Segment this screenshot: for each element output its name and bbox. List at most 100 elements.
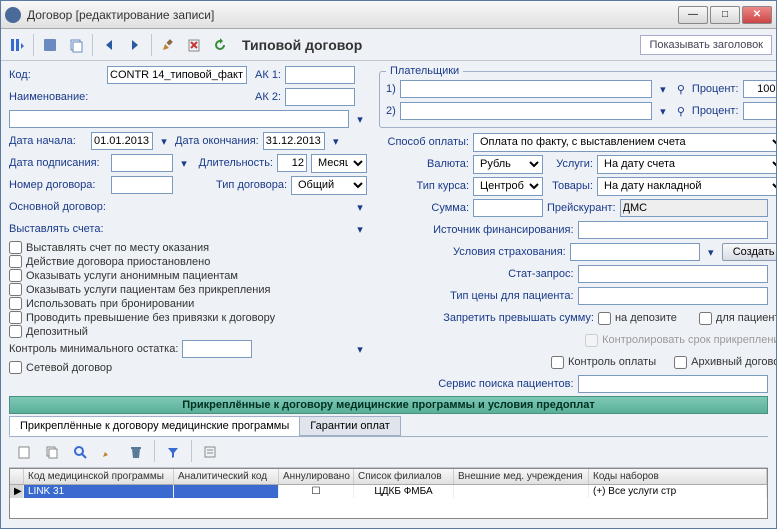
chevron-down-icon[interactable]: ▾ — [772, 288, 776, 304]
col-ext[interactable]: Внешние мед. учреждения — [454, 469, 589, 484]
chevron-down-icon[interactable]: ▾ — [772, 266, 776, 282]
chevron-down-icon[interactable]: ▾ — [656, 81, 670, 97]
chevron-down-icon[interactable]: ▾ — [353, 221, 367, 237]
code-input[interactable] — [107, 66, 247, 84]
name-input[interactable] — [9, 110, 349, 128]
dropdown-menu-icon[interactable] — [5, 33, 29, 57]
chk-exceed[interactable] — [9, 311, 22, 324]
trash-icon[interactable] — [124, 440, 148, 464]
copy-icon[interactable] — [40, 440, 64, 464]
pay-method-select[interactable]: Оплата по факту, с выставлением счета — [473, 133, 776, 152]
payer1-num: 1) — [386, 83, 396, 95]
chk-anon[interactable] — [9, 269, 22, 282]
fin-src-input[interactable] — [578, 221, 768, 239]
payer2-input[interactable] — [400, 102, 652, 120]
refresh-icon[interactable] — [208, 33, 232, 57]
goods-select[interactable]: На дату накладной — [597, 177, 776, 196]
date-end-input[interactable] — [263, 132, 325, 150]
chk-deposit[interactable] — [9, 325, 22, 338]
date-sign-label: Дата подписания: — [9, 157, 107, 169]
calendar-icon[interactable]: ▾ — [177, 155, 191, 171]
chevron-down-icon[interactable]: ▾ — [704, 244, 718, 260]
pricelist-input — [620, 199, 768, 217]
col-sets[interactable]: Коды наборов — [589, 469, 767, 484]
col-cancelled[interactable]: Аннулировано — [279, 469, 354, 484]
link-icon[interactable]: ⚲ — [674, 81, 688, 97]
chevron-down-icon[interactable]: ▾ — [772, 376, 776, 392]
prev-icon[interactable] — [97, 33, 121, 57]
chevron-down-icon[interactable]: ▾ — [772, 222, 776, 238]
search-icon[interactable] — [68, 440, 92, 464]
date-start-input[interactable] — [91, 132, 153, 150]
calendar-icon[interactable]: ▾ — [157, 133, 171, 149]
ak1-input[interactable] — [285, 66, 355, 84]
tab-programs[interactable]: Прикреплённые к договору медицинские про… — [9, 416, 300, 436]
chevron-down-icon[interactable]: ▾ — [353, 341, 367, 357]
create-button[interactable]: Создать — [722, 243, 776, 261]
grid-toolbar — [9, 437, 768, 468]
sum-input[interactable] — [473, 199, 543, 217]
props-icon[interactable] — [198, 440, 222, 464]
copy-icon[interactable] — [64, 33, 88, 57]
minimize-button[interactable]: — — [678, 6, 708, 24]
grid-row-selector-header — [10, 469, 24, 484]
col-analytic[interactable]: Аналитический код — [174, 469, 279, 484]
sum-label: Сумма: — [379, 202, 469, 214]
col-code[interactable]: Код медицинской программы — [24, 469, 174, 484]
currency-select[interactable]: Рубль — [473, 155, 543, 174]
duration-unit-select[interactable]: Месяц — [311, 154, 367, 173]
filter-icon[interactable] — [161, 440, 185, 464]
delete-icon[interactable] — [182, 33, 206, 57]
close-button[interactable]: ✕ — [742, 6, 772, 24]
tab-guarantees[interactable]: Гарантии оплат — [299, 416, 401, 436]
maximize-button[interactable]: □ — [710, 6, 740, 24]
edit-icon[interactable] — [156, 33, 180, 57]
col-branches[interactable]: Список филиалов — [354, 469, 454, 484]
table-row[interactable]: ▶ LINK 31 ☐ ЦДКБ ФМБА (+) Все услуги стр — [10, 485, 767, 498]
save-icon[interactable] — [38, 33, 62, 57]
price-type-label: Тип цены для пациента: — [379, 290, 574, 302]
chevron-down-icon[interactable]: ▾ — [656, 103, 670, 119]
chevron-down-icon[interactable]: ▾ — [353, 111, 367, 127]
chk-archive[interactable] — [674, 356, 687, 369]
chk-network[interactable] — [9, 361, 22, 374]
date-sign-input[interactable] — [111, 154, 173, 172]
main-window: Договор [редактирование записи] — □ ✕ Ти… — [0, 0, 777, 529]
services-select[interactable]: На дату счета — [597, 155, 776, 174]
show-header-button[interactable]: Показывать заголовок — [640, 35, 772, 55]
chk-suspended[interactable] — [9, 255, 22, 268]
price-type-input[interactable] — [578, 287, 768, 305]
calendar-icon[interactable]: ▾ — [329, 133, 343, 149]
contract-type-select[interactable]: Общий — [291, 176, 367, 195]
payers-fieldset: Плательщики 1) ▾ ⚲ Процент: 2) ▾ ⚲ — [379, 65, 776, 128]
duration-input[interactable] — [277, 154, 307, 172]
chk-bill-at-place[interactable] — [9, 241, 22, 254]
stat-input[interactable] — [578, 265, 768, 283]
pay-method-label: Способ оплаты: — [379, 136, 469, 148]
chk-booking[interactable] — [9, 297, 22, 310]
percent1-input[interactable] — [743, 80, 776, 98]
chk-for-patient[interactable] — [699, 312, 712, 325]
chevron-down-icon[interactable]: ▾ — [772, 200, 776, 216]
new-icon[interactable] — [12, 440, 36, 464]
edit-icon[interactable] — [96, 440, 120, 464]
search-svc-input[interactable] — [578, 375, 768, 393]
payer1-input[interactable] — [400, 80, 652, 98]
min-balance-input[interactable] — [182, 340, 252, 358]
date-end-label: Дата окончания: — [175, 135, 259, 147]
chk-on-deposit[interactable] — [598, 312, 611, 325]
link-icon[interactable]: ⚲ — [674, 103, 688, 119]
rate-type-select[interactable]: Центробанк Р — [473, 177, 543, 196]
ins-cond-input[interactable] — [570, 243, 700, 261]
percent2-input[interactable] — [743, 102, 776, 120]
ak2-input[interactable] — [285, 88, 355, 106]
chk-no-attach[interactable] — [9, 283, 22, 296]
contract-type-label: Тип договора: — [216, 179, 287, 191]
chk-ctrl-pay[interactable] — [551, 356, 564, 369]
app-icon — [5, 7, 21, 23]
chevron-down-icon[interactable]: ▾ — [353, 199, 367, 215]
contract-num-input[interactable] — [111, 176, 173, 194]
next-icon[interactable] — [123, 33, 147, 57]
payers-legend: Плательщики — [386, 65, 463, 77]
stat-label: Стат-запрос: — [379, 268, 574, 280]
